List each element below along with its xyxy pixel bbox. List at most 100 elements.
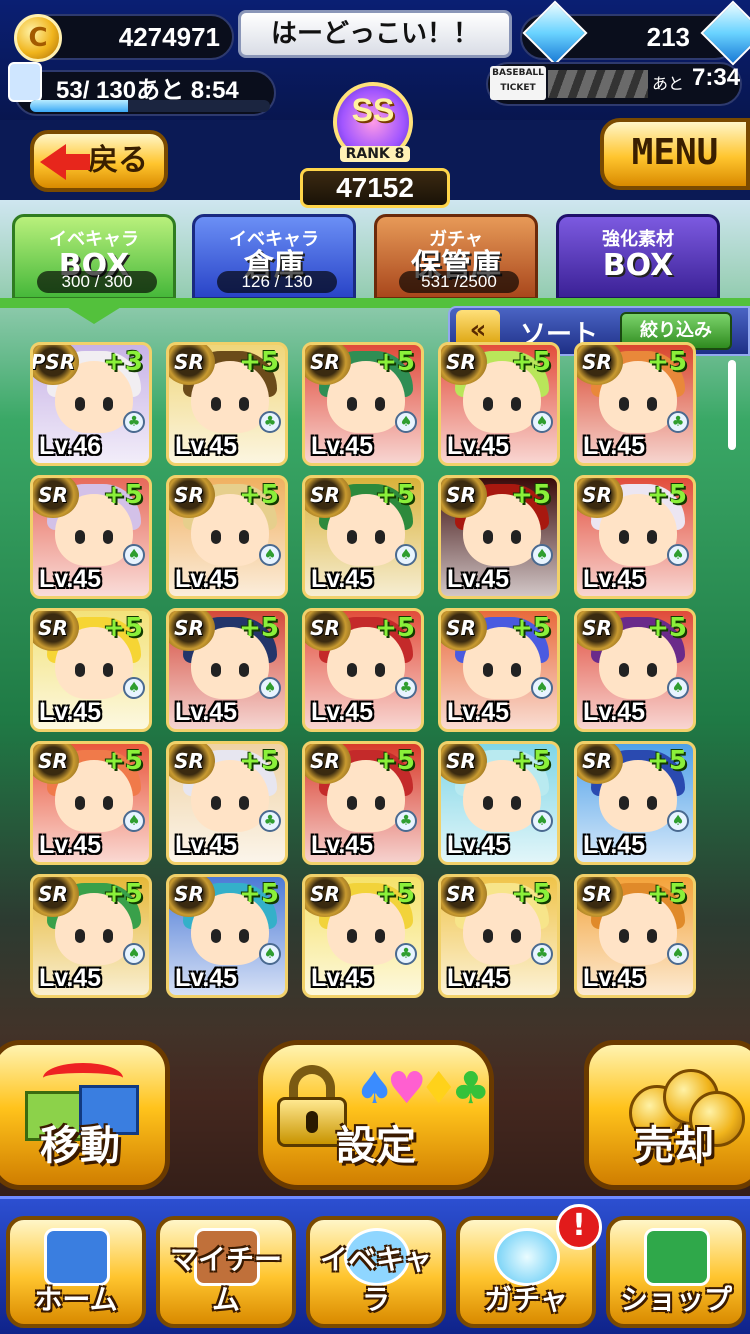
character-level: Lv.45 [583,831,646,859]
rank-level: 8 [394,146,405,162]
character-card[interactable]: SR +5 ♠ Lv.45 [166,608,288,732]
character-card[interactable]: SR +5 ♣ Lv.45 [302,608,424,732]
character-level: Lv.45 [175,964,238,992]
suit-icon: ♣ [395,943,417,965]
character-card[interactable]: SR +5 ♠ Lv.45 [30,741,152,865]
character-eye [619,397,629,411]
character-card[interactable]: SR +5 ♠ Lv.45 [438,475,560,599]
character-level: Lv.45 [39,698,102,726]
tab-line2: BOX [602,248,674,283]
character-eye [239,929,249,943]
character-level: Lv.45 [583,698,646,726]
character-eye [483,929,493,943]
character-eye [211,929,221,943]
character-eye [103,796,113,810]
character-card[interactable]: SR +5 ♠ Lv.45 [302,475,424,599]
menu-label: MENU [631,132,719,173]
suit-icon: ♠ [123,943,145,965]
character-card[interactable]: SR +5 ♠ Lv.45 [574,741,696,865]
character-level: Lv.45 [447,964,510,992]
menu-button[interactable]: MENU [600,118,750,190]
tab-gacha-storage[interactable]: ガチャ 保管庫 531 /2500 [374,214,538,300]
back-arrow-icon [40,144,66,180]
character-grid: PSR +3 ♣ Lv.46 SR +5 ♣ Lv.45 SR +5 ♠ Lv.45 SR +5 ♠ Lv.4… [30,342,720,1042]
character-level: Lv.45 [447,565,510,593]
nav-home[interactable]: ホーム [6,1216,146,1328]
back-arrow-icon-tail [64,154,90,170]
character-level: Lv.45 [39,964,102,992]
character-level: Lv.45 [447,698,510,726]
character-card[interactable]: SR +5 ♣ Lv.45 [302,741,424,865]
character-eye [511,663,521,677]
character-level: Lv.45 [311,432,374,460]
character-eye [347,397,357,411]
character-card[interactable]: SR +5 ♣ Lv.45 [574,342,696,466]
character-card[interactable]: SR +5 ♠ Lv.45 [302,342,424,466]
character-card[interactable]: SR +5 ♠ Lv.45 [30,608,152,732]
character-level: Lv.45 [311,698,374,726]
lock-set-button[interactable]: ♠ ♥ ♦ ♣ 設定 [258,1040,494,1190]
suit-icon: ♠ [531,677,553,699]
nav-shop[interactable]: ショップ [606,1216,746,1328]
character-card[interactable]: SR +5 ♠ Lv.45 [574,475,696,599]
character-eye [375,796,385,810]
bonus-level: +5 [375,480,415,510]
character-eye [347,796,357,810]
bonus-level: +5 [647,480,687,510]
bonus-level: +5 [103,480,143,510]
bonus-level: +5 [511,347,551,377]
tab-material-box[interactable]: 強化素材 BOX [556,214,720,300]
suit-icon: ♠ [531,411,553,433]
ticket-time-label: あと [652,74,685,93]
back-label: 戻る [88,143,148,178]
character-card[interactable]: SR +5 ♠ Lv.45 [438,608,560,732]
ticket-label-bottom: TICKET [500,83,536,93]
character-eye [647,929,657,943]
character-card[interactable]: SR +5 ♣ Lv.45 [302,874,424,998]
stamina-bar [30,100,270,112]
sell-button[interactable]: 売却 [584,1040,750,1190]
bonus-level: +5 [239,613,279,643]
character-level: Lv.45 [39,565,102,593]
nav-my-team[interactable]: マイチーム [156,1216,296,1328]
character-card[interactable]: SR +5 ♣ Lv.45 [438,874,560,998]
suit-icon: ♠ [259,943,281,965]
character-eye [239,397,249,411]
bonus-level: +5 [239,347,279,377]
character-card[interactable]: SR +5 ♠ Lv.45 [438,741,560,865]
bonus-level: +5 [647,613,687,643]
character-eye [103,397,113,411]
suit-icon: ♠ [667,943,689,965]
suit-icon: ♠ [395,544,417,566]
character-card[interactable]: SR +5 ♠ Lv.45 [30,475,152,599]
character-eye [647,796,657,810]
character-eye [347,530,357,544]
character-card[interactable]: SR +5 ♠ Lv.45 [574,874,696,998]
scrollbar[interactable] [728,360,736,450]
suit-icon: ♠ [667,544,689,566]
character-level: Lv.45 [583,432,646,460]
character-card[interactable]: SR +5 ♠ Lv.45 [438,342,560,466]
character-card[interactable]: SR +5 ♠ Lv.45 [574,608,696,732]
character-level: Lv.45 [175,565,238,593]
character-eye [211,530,221,544]
move-button[interactable]: 移動 [0,1040,170,1190]
character-level: Lv.45 [311,831,374,859]
character-card[interactable]: SR +5 ♣ Lv.45 [166,342,288,466]
suit-icon: ♣ [667,411,689,433]
bonus-level: +5 [239,879,279,909]
bonus-level: +5 [375,746,415,776]
suit-icon: ♠ [259,544,281,566]
character-card[interactable]: SR +5 ♠ Lv.45 [166,874,288,998]
nav-event-character[interactable]: イベキャラ [306,1216,446,1328]
suit-icon: ♠ [667,677,689,699]
tab-event-character-warehouse[interactable]: イベキャラ 倉庫 126 / 130 [192,214,356,300]
character-eye [103,663,113,677]
character-card[interactable]: SR +5 ♣ Lv.45 [166,741,288,865]
character-card[interactable]: PSR +3 ♣ Lv.46 [30,342,152,466]
bonus-level: +5 [647,879,687,909]
tab-event-character-box[interactable]: イベキャラ BOX 300 / 300 [12,214,176,300]
character-card[interactable]: SR +5 ♠ Lv.45 [166,475,288,599]
suit-icon: ♠ [531,544,553,566]
character-card[interactable]: SR +5 ♠ Lv.45 [30,874,152,998]
